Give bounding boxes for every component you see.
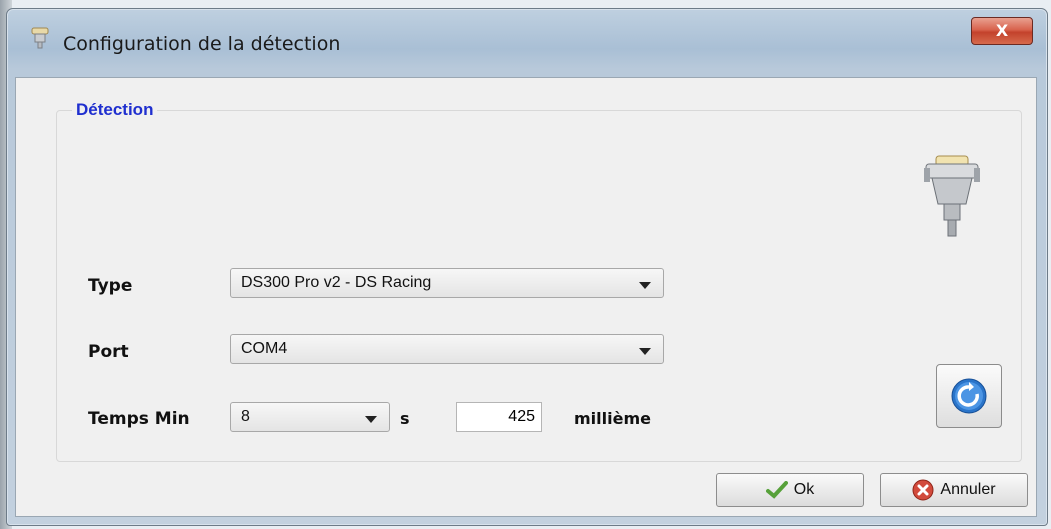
millis-unit: millième: [574, 409, 651, 428]
millis-field[interactable]: 425: [456, 402, 542, 432]
cancel-icon: [912, 479, 934, 501]
temps-min-label: Temps Min: [88, 409, 190, 429]
ok-label: Ok: [793, 481, 815, 498]
group-title: Détection: [72, 100, 158, 120]
seconds-dropdown[interactable]: 8: [230, 402, 390, 432]
port-label: Port: [88, 342, 129, 362]
serial-connector-icon: [924, 155, 980, 237]
type-label: Type: [88, 276, 133, 296]
dialog-client-area: Détection Type DS300 Pro v2 - DS Racing …: [15, 77, 1037, 517]
refresh-icon: [951, 378, 987, 414]
cancel-button[interactable]: Annuler: [880, 473, 1028, 507]
seconds-value: 8: [241, 408, 250, 425]
close-button[interactable]: X: [971, 17, 1033, 45]
serial-connector-icon: [31, 27, 49, 49]
chevron-down-icon: [639, 348, 651, 355]
port-dropdown[interactable]: COM4: [230, 334, 664, 364]
port-value: COM4: [241, 340, 288, 357]
refresh-button[interactable]: [936, 364, 1002, 428]
checkmark-icon: [765, 481, 788, 499]
chevron-down-icon: [639, 282, 651, 289]
seconds-unit: s: [400, 409, 410, 428]
ok-button[interactable]: Ok: [716, 473, 864, 507]
cancel-label: Annuler: [940, 481, 996, 498]
window-title: Configuration de la détection: [63, 33, 341, 55]
dialog-window: Configuration de la détection X Détectio…: [6, 8, 1048, 526]
chevron-down-icon: [365, 416, 377, 423]
title-bar[interactable]: Configuration de la détection X: [7, 9, 1047, 69]
type-dropdown[interactable]: DS300 Pro v2 - DS Racing: [230, 268, 664, 298]
type-value: DS300 Pro v2 - DS Racing: [241, 274, 432, 291]
